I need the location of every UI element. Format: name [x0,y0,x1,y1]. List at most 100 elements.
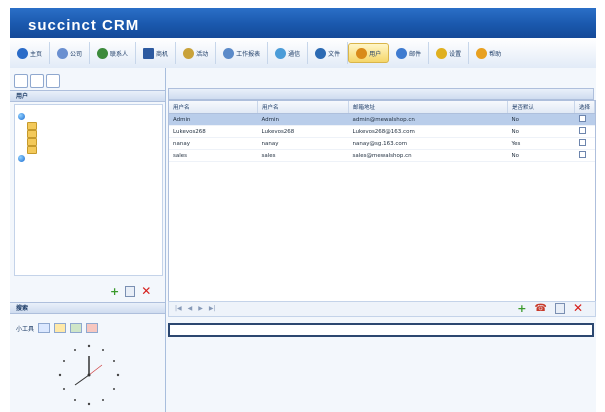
nav-item-users[interactable]: 用户 [348,43,390,63]
column-header[interactable]: 选择 [574,101,595,114]
add-group-icon[interactable]: + [110,285,119,298]
clock-tick [63,360,65,362]
folder-icon [27,130,37,138]
next-page-icon[interactable]: ▶ [198,305,203,312]
left-tab-3[interactable] [46,74,60,88]
chart-icon[interactable] [86,323,99,333]
cell-select [574,149,595,162]
cell-default: No [507,113,575,126]
left-tab-1[interactable] [14,74,28,88]
nav-item-files[interactable]: 文件 [308,42,349,64]
settings-icon [436,47,448,59]
edit-group-icon[interactable] [125,285,136,297]
user-tree-title: 用户 [10,90,165,102]
clock-tick [113,388,115,390]
phone-icon[interactable]: ☎ [534,303,546,314]
nav-item-communication[interactable]: 通信 [268,42,309,64]
clock-tick [58,373,62,377]
pager-bar: |◀ ◀ ▶ ▶| + ☎ ✕ [168,301,596,317]
app-logo: succinct CRM [28,17,140,34]
column-header[interactable]: 邮箱地址 [348,101,508,114]
nav-item-home[interactable]: 主页 [10,42,51,64]
tree-unassigned[interactable] [18,155,27,162]
column-header[interactable]: 是否默认 [507,101,575,114]
nav-item-opportunity[interactable]: 商机 [136,42,177,64]
clock-tick [74,349,76,351]
row-checkbox[interactable] [578,139,586,146]
help-icon [476,47,488,59]
nav-item-mail[interactable]: 邮件 [389,42,430,64]
nav-item-settings[interactable]: 设置 [429,42,470,64]
nav-item-company[interactable]: 公司 [50,42,91,64]
table-row[interactable]: sales sales sales@mewalshop.cn No [169,149,595,162]
cell-username: sales [169,149,258,162]
nav-item-activity[interactable]: 活动 [176,42,217,64]
tree-group-2[interactable] [27,130,39,138]
row-checkbox[interactable] [578,127,586,134]
clock-widget [58,344,120,406]
user-tree [14,104,163,276]
column-header[interactable]: 用户名 [169,101,258,114]
clock-tick [102,349,104,351]
clock-tick [87,344,91,348]
calendar-icon[interactable] [38,323,51,333]
nav-item-contacts[interactable]: 联系人 [90,42,137,64]
cell-username: Lukevos268 [169,125,258,138]
cell-select [574,113,595,126]
table-row[interactable]: nanay nanay nanay@sg.163.com Yes [169,137,595,150]
cell-email: admin@mewalshop.cn [348,113,508,126]
row-checkbox[interactable] [578,115,586,122]
folder-icon [27,138,37,146]
add-user-icon[interactable]: + [517,302,526,315]
user-list-header [168,88,594,100]
clock-tick [74,399,76,401]
toolbox-title: 搜索 [10,302,165,314]
home-icon [17,47,28,59]
nav-item-report[interactable]: 工作报表 [216,42,269,64]
files-icon [315,47,327,59]
first-page-icon[interactable]: |◀ [175,305,182,312]
edit-user-icon[interactable] [554,302,565,314]
cell-select [574,137,595,150]
tree-root[interactable] [18,113,27,120]
clock-tick [113,360,115,362]
table-row[interactable]: Lukevos268 Lukevos268 Lukevos268@163.com… [169,125,595,138]
cell-default: No [507,149,575,162]
calculator-icon[interactable] [70,323,83,333]
tree-group-4[interactable] [27,146,39,154]
cell-email: Lukevos268@163.com [348,125,508,138]
folder-icon [27,146,37,154]
delete-user-icon[interactable]: ✕ [573,301,583,315]
mail-icon [396,47,408,59]
cell-login: sales [257,149,349,162]
main-nav: 主页 公司 联系人 商机 活动 工作报表 通信 文件 用户 邮件 设置 帮助 [10,38,596,69]
table-row[interactable]: Admin Admin admin@mewalshop.cn No [169,113,595,126]
globe-icon [18,155,25,162]
cell-default: No [507,125,575,138]
cell-select [574,125,595,138]
clock-minute-hand [74,374,90,386]
left-panel: 用户 + ✕ 搜索 小工具 [10,68,166,412]
clock-center [87,373,91,377]
tree-group-3[interactable] [27,138,39,146]
cell-login: Lukevos268 [257,125,349,138]
company-icon [57,47,69,59]
folder-icon [27,122,37,130]
opportunity-icon [143,47,155,59]
tree-group-1[interactable] [27,122,39,130]
prev-page-icon[interactable]: ◀ [188,305,193,312]
cell-default: Yes [507,137,575,150]
column-header[interactable]: 用户名 [257,101,349,114]
cell-login: Admin [257,113,349,126]
user-table: 用户名 用户名 邮箱地址 是否默认 选择 Admin Admin admin@m… [168,100,596,312]
nav-item-help[interactable]: 帮助 [469,42,508,64]
row-checkbox[interactable] [578,151,586,158]
left-tab-2[interactable] [30,74,44,88]
clock-second-hand [88,364,103,376]
last-page-icon[interactable]: ▶| [209,305,216,312]
notes-icon[interactable] [54,323,67,333]
clock-tick [63,388,65,390]
app-window: succinct CRM 主页 公司 联系人 商机 活动 工作报表 通信 文件 … [0,0,605,412]
clock-tick [102,399,104,401]
delete-group-icon[interactable]: ✕ [141,284,151,298]
